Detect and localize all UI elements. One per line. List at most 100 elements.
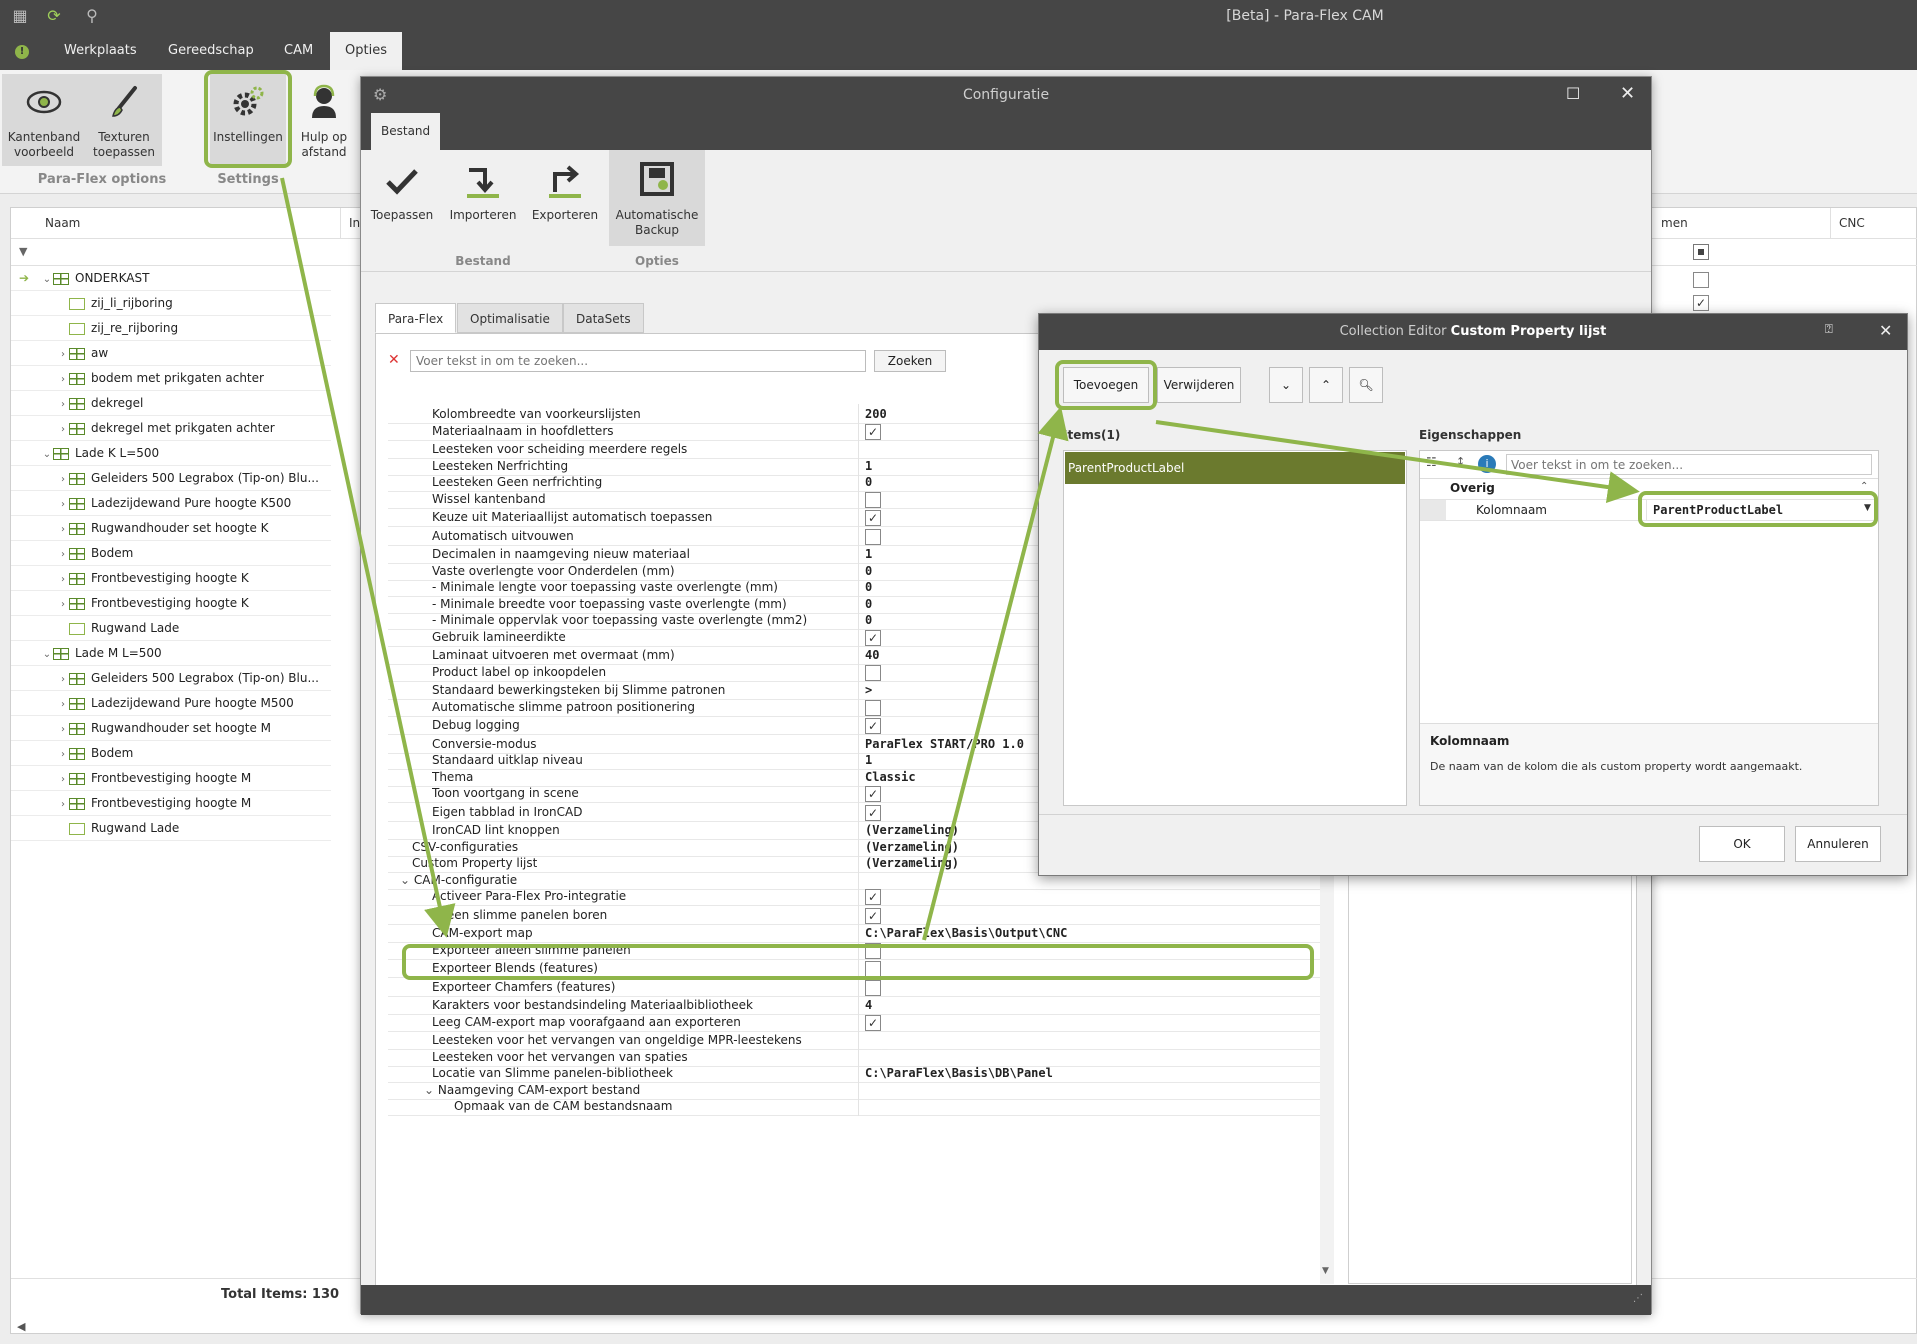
expand-right-icon[interactable]: › xyxy=(57,667,69,690)
expand-right-icon[interactable]: › xyxy=(57,592,69,615)
tree-row[interactable]: › aw xyxy=(11,341,331,366)
ce-close-icon[interactable]: ✕ xyxy=(1879,321,1892,340)
property-value[interactable] xyxy=(858,1096,1320,1116)
tab-opties[interactable]: Opties xyxy=(330,32,402,70)
tab-paraflex[interactable]: Para-Flex xyxy=(375,303,457,333)
scroll-left-icon[interactable]: ◀ xyxy=(17,1320,25,1333)
expand-down-icon[interactable]: ⌄ xyxy=(41,442,53,465)
tree-row[interactable]: ⌄ Lade K L=500 xyxy=(11,441,331,466)
tree-row[interactable]: › Rugwandhouder set hoogte K xyxy=(11,516,331,541)
sort-az-icon[interactable]: ↕ xyxy=(1456,455,1465,468)
tree-row[interactable]: zij_re_rijboring xyxy=(11,316,331,341)
property-row[interactable]: Leeg CAM-export map voorafgaand aan expo… xyxy=(388,1011,1328,1032)
filter-checkbox[interactable] xyxy=(1693,244,1709,260)
property-checkbox[interactable]: ✓ xyxy=(865,786,881,802)
property-value[interactable] xyxy=(858,939,1320,960)
expand-right-icon[interactable]: › xyxy=(57,492,69,515)
list-item[interactable]: ParentProductLabel xyxy=(1065,452,1405,484)
property-row[interactable]: Opmaak van de CAM bestandsnaam xyxy=(388,1096,1328,1116)
property-row[interactable]: Activeer Para-Flex Pro-integratie ✓ xyxy=(388,886,1328,906)
tree-row[interactable]: zij_li_rijboring xyxy=(11,291,331,316)
property-value[interactable]: ✓ xyxy=(858,1011,1320,1032)
expand-right-icon[interactable]: › xyxy=(57,517,69,540)
property-row[interactable]: Alleen slimme panelen boren ✓ xyxy=(388,904,1328,925)
property-checkbox[interactable] xyxy=(865,664,881,681)
importeren-button[interactable]: Importeren xyxy=(445,156,521,240)
property-checkbox[interactable] xyxy=(865,979,881,996)
column-cnc[interactable]: CNC xyxy=(1831,208,1917,238)
tree-row[interactable]: › Bodem xyxy=(11,741,331,766)
expand-right-icon[interactable]: › xyxy=(57,367,69,390)
tree-row[interactable]: Rugwand Lade xyxy=(11,616,331,641)
move-down-button[interactable]: ⌄ xyxy=(1269,367,1303,403)
tab-optimalisatie[interactable]: Optimalisatie xyxy=(457,303,563,333)
tab-werkplaats[interactable]: Werkplaats xyxy=(52,32,149,70)
resize-grip-icon[interactable]: ⋰ xyxy=(1633,1293,1643,1304)
tree-row[interactable]: › Bodem xyxy=(11,541,331,566)
help-icon[interactable]: ⍰ xyxy=(1825,322,1833,337)
property-checkbox[interactable]: ✓ xyxy=(865,907,881,924)
ok-button[interactable]: OK xyxy=(1699,826,1785,862)
expand-right-icon[interactable]: › xyxy=(57,792,69,815)
property-value[interactable] xyxy=(858,958,1320,978)
props-search-input[interactable] xyxy=(1506,454,1872,475)
tree-row[interactable]: ➔ ⌄ ONDERKAST xyxy=(11,266,331,291)
property-checkbox[interactable]: ✓ xyxy=(865,804,881,821)
filter-icon[interactable]: ▼ xyxy=(19,245,27,258)
property-checkbox[interactable] xyxy=(865,942,881,959)
tree-row[interactable]: › Rugwandhouder set hoogte M xyxy=(11,716,331,741)
move-up-button[interactable]: ⌃ xyxy=(1309,367,1343,403)
property-checkbox[interactable] xyxy=(865,699,881,716)
property-value[interactable] xyxy=(858,976,1320,997)
close-icon[interactable]: ✕ xyxy=(1620,83,1635,104)
verwijderen-button[interactable]: Verwijderen xyxy=(1157,367,1241,403)
expand-right-icon[interactable]: › xyxy=(57,767,69,790)
texturen-toepassen-button[interactable]: Texturen toepassen xyxy=(86,74,162,166)
toepassen-button[interactable]: Toepassen xyxy=(365,156,439,240)
tree-row[interactable]: › Frontbevestiging hoogte M xyxy=(11,766,331,791)
categorized-icon[interactable]: ☷ xyxy=(1426,455,1437,469)
property-checkbox[interactable]: ✓ xyxy=(865,629,881,646)
tree-row[interactable]: › Frontbevestiging hoogte M xyxy=(11,791,331,816)
category-collapse-icon[interactable]: ⌄ xyxy=(400,873,414,887)
tree-row[interactable]: › Geleiders 500 Legrabox (Tip-on) Blu... xyxy=(11,466,331,491)
maximize-icon[interactable]: ☐ xyxy=(1566,84,1580,103)
annuleren-button[interactable]: Annuleren xyxy=(1795,826,1881,862)
property-checkbox[interactable]: ✓ xyxy=(865,510,881,526)
property-value[interactable]: ✓ xyxy=(858,886,1320,906)
tree-row[interactable]: ⌄ Lade M L=500 xyxy=(11,641,331,666)
pg-search-input[interactable] xyxy=(410,350,866,372)
row-checkbox-1[interactable] xyxy=(1693,271,1709,288)
hulp-op-afstand-button[interactable]: Hulp op afstand xyxy=(292,74,356,166)
automatische-backup-button[interactable]: Automatische Backup xyxy=(609,150,705,246)
expand-right-icon[interactable]: › xyxy=(57,417,69,440)
expand-right-icon[interactable]: › xyxy=(57,467,69,490)
expand-right-icon[interactable]: › xyxy=(57,342,69,365)
kantenband-voorbeeld-button[interactable]: Kantenband voorbeeld xyxy=(2,74,86,166)
expand-right-icon[interactable]: › xyxy=(57,567,69,590)
category-collapse-icon[interactable]: ⌄ xyxy=(424,1083,438,1097)
tree-row[interactable]: › Ladezijdewand Pure hoogte M500 xyxy=(11,691,331,716)
tree-row[interactable]: › Frontbevestiging hoogte K xyxy=(11,566,331,591)
tab-bestand[interactable]: Bestand xyxy=(371,113,441,150)
property-row[interactable]: Exporteer Blends (features) xyxy=(388,958,1328,978)
property-checkbox[interactable] xyxy=(865,491,881,508)
zoeken-button[interactable]: Zoeken xyxy=(874,350,946,372)
scroll-down-icon[interactable]: ▼ xyxy=(1322,1266,1329,1276)
property-value[interactable]: ✓ xyxy=(858,904,1320,925)
property-checkbox[interactable] xyxy=(865,528,881,545)
row-checkbox-2[interactable]: ✓ xyxy=(1693,294,1709,311)
tree-row[interactable]: › bodem met prikgaten achter xyxy=(11,366,331,391)
tree-row[interactable]: › Geleiders 500 Legrabox (Tip-on) Blu... xyxy=(11,666,331,691)
tree-row[interactable]: › dekregel xyxy=(11,391,331,416)
property-checkbox[interactable]: ✓ xyxy=(865,1014,881,1031)
expand-right-icon[interactable]: › xyxy=(57,692,69,715)
ce-search-button[interactable]: 🔍︎ xyxy=(1349,367,1383,403)
column-men[interactable]: men xyxy=(1653,208,1831,238)
property-checkbox[interactable]: ✓ xyxy=(865,718,881,734)
property-row[interactable]: Exporteer alleen slimme panelen xyxy=(388,939,1328,960)
info-button[interactable]: ! xyxy=(10,32,34,70)
property-checkbox[interactable] xyxy=(865,961,881,977)
tab-gereedschap[interactable]: Gereedschap xyxy=(156,32,266,70)
expand-right-icon[interactable]: › xyxy=(57,742,69,765)
